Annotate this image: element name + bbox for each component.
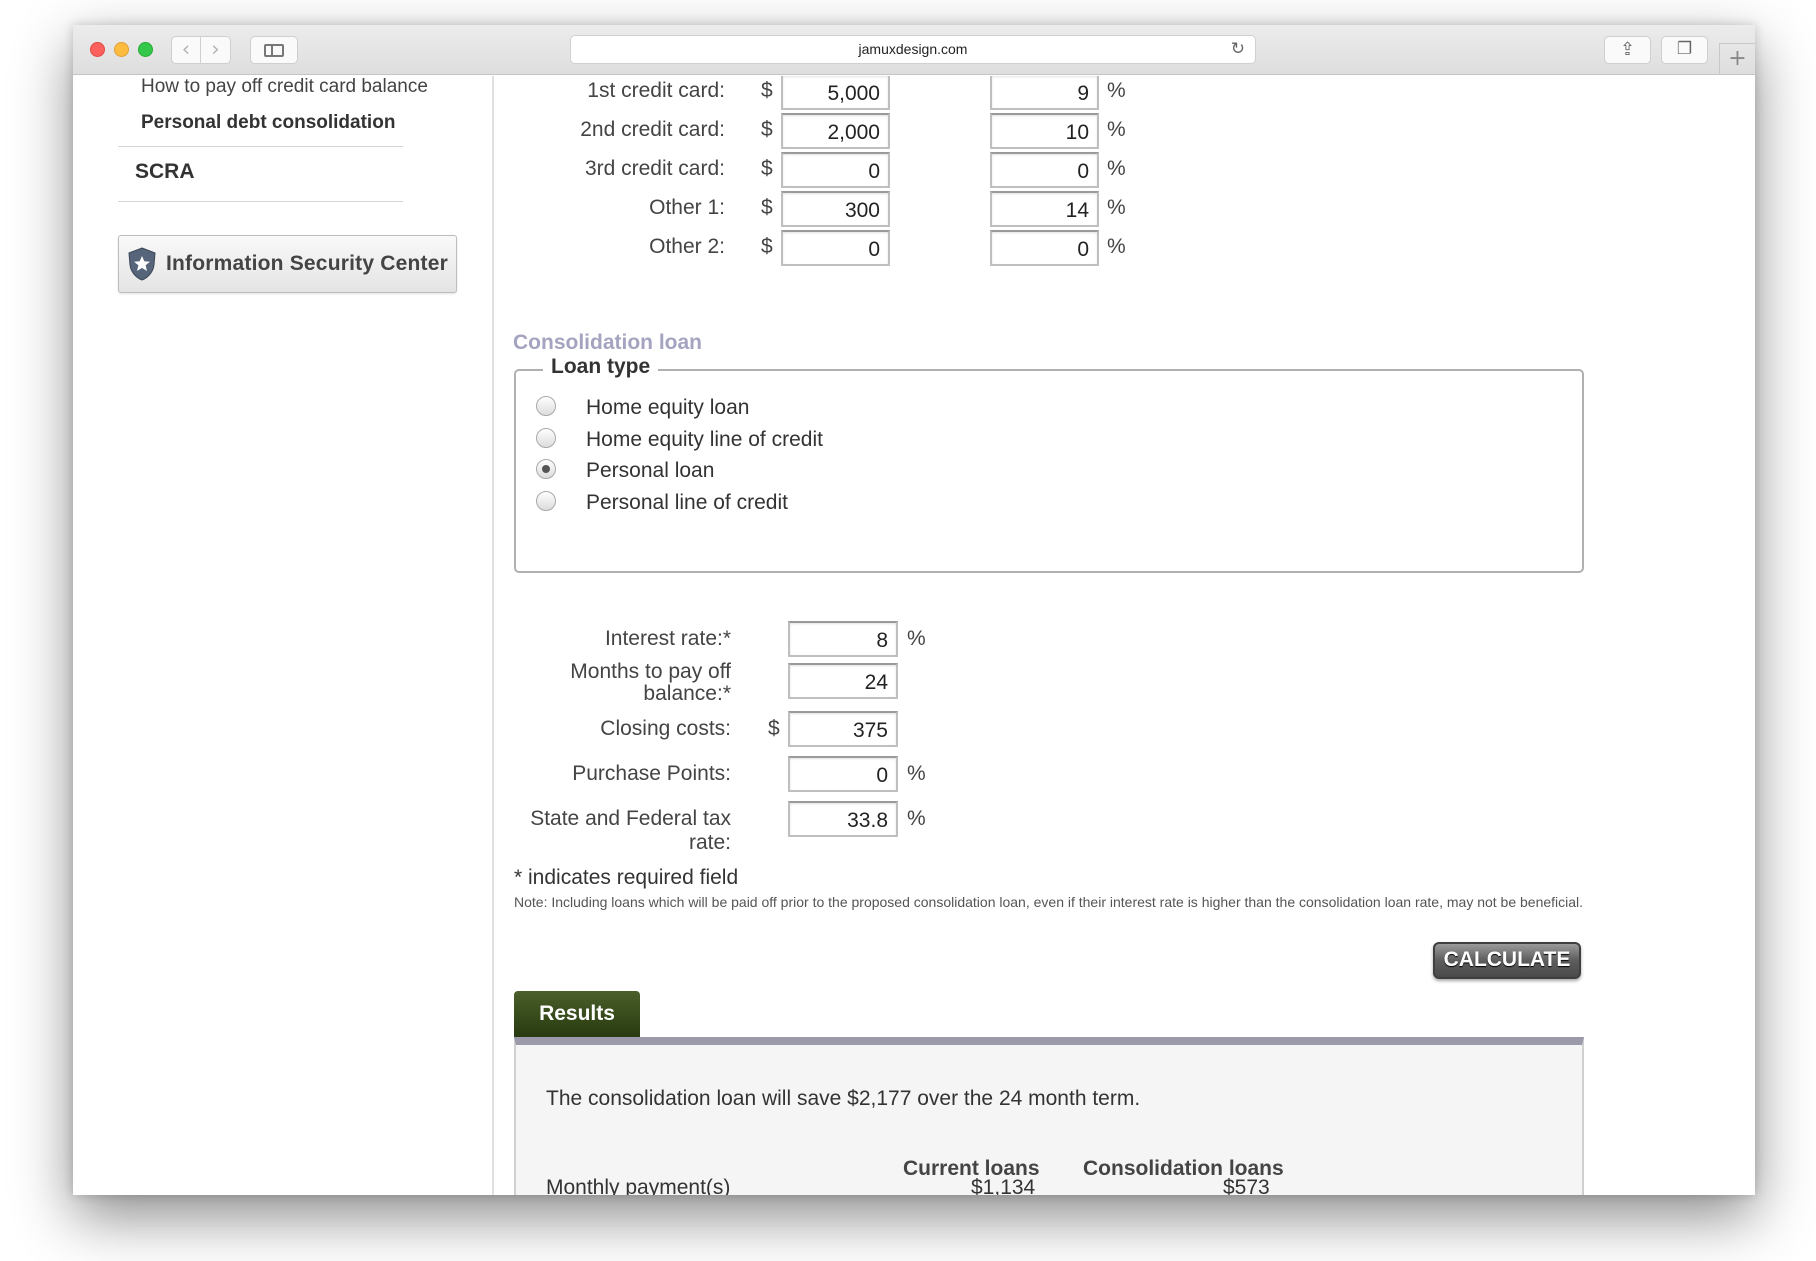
months-label: Months to pay off <box>570 660 731 683</box>
new-tab-icon[interactable]: + <box>1719 43 1755 75</box>
tax-rate-label: State and Federal tax rate: <box>530 807 731 854</box>
currency-symbol: $ <box>768 717 780 740</box>
calculate-button[interactable]: CALCULATE <box>1433 942 1581 979</box>
percent-symbol: % <box>1107 157 1126 180</box>
radio-label[interactable]: Home equity line of credit <box>586 428 823 452</box>
sidebar-toggle-icon[interactable] <box>250 36 298 64</box>
rate-input[interactable]: 0 <box>990 152 1099 188</box>
sidebar-divider <box>118 201 403 202</box>
sidebar-divider <box>118 146 403 147</box>
sidebar-link-scra[interactable]: SCRA <box>135 160 195 184</box>
rate-input[interactable]: 10 <box>990 113 1099 149</box>
debt-label: Other 2: <box>649 235 725 258</box>
rate-input[interactable]: 0 <box>990 230 1099 266</box>
required-field-note: * indicates required field <box>514 866 739 889</box>
consolidation-monthly-payment: $573 <box>1223 1176 1270 1195</box>
percent-symbol: % <box>907 762 926 785</box>
rate-input[interactable]: 14 <box>990 191 1099 227</box>
radio-label[interactable]: Personal loan <box>586 459 714 483</box>
close-window-button[interactable] <box>90 42 105 57</box>
tabs-overview-icon[interactable]: ❐ <box>1661 36 1708 64</box>
debt-label: 2nd credit card: <box>580 118 725 141</box>
back-icon[interactable]: ‹ <box>171 36 201 64</box>
balance-input[interactable]: 300 <box>781 191 890 227</box>
currency-symbol: $ <box>761 235 773 258</box>
closing-costs-label: Closing costs: <box>600 717 731 740</box>
reload-icon[interactable]: ↻ <box>1231 36 1245 63</box>
information-security-center-label: Information Security Center <box>166 252 448 275</box>
information-security-center-button[interactable]: Information Security Center <box>118 235 457 293</box>
percent-symbol: % <box>1107 79 1126 102</box>
purchase-points-label: Purchase Points: <box>572 762 731 785</box>
interest-rate-label: Interest rate:* <box>604 627 731 650</box>
monthly-payments-label: Monthly payment(s) <box>546 1176 731 1195</box>
debt-label: 1st credit card: <box>587 79 725 102</box>
radio-label[interactable]: Home equity loan <box>586 396 749 420</box>
browser-toolbar: ‹ › jamuxdesign.com ↻ ⇪ ❐ + <box>73 25 1755 75</box>
sidebar-link-debt-consolidation[interactable]: Personal debt consolidation <box>141 112 395 134</box>
current-monthly-payment: $1,134 <box>971 1176 1036 1195</box>
page-content: How to pay off credit card balance Perso… <box>73 76 1755 1195</box>
loan-type-legend: Loan type <box>543 355 659 379</box>
address-bar[interactable]: jamuxdesign.com ↻ <box>570 35 1256 64</box>
tab-results[interactable]: Results <box>514 991 640 1038</box>
purchase-points-input[interactable]: 0 <box>788 756 898 792</box>
percent-symbol: % <box>907 807 926 830</box>
percent-symbol: % <box>1107 235 1126 258</box>
results-panel <box>514 1037 1584 1195</box>
debt-label: Other 1: <box>649 196 725 219</box>
minimize-window-button[interactable] <box>114 42 129 57</box>
consolidation-loan-heading: Consolidation loan <box>513 331 702 354</box>
column-divider <box>492 76 494 1195</box>
months-label: balance:* <box>643 682 731 705</box>
url-text[interactable]: jamuxdesign.com <box>859 41 968 57</box>
balance-input[interactable]: 5,000 <box>781 76 890 110</box>
months-input[interactable]: 24 <box>788 663 898 699</box>
interest-rate-input[interactable]: 8 <box>788 621 898 657</box>
percent-symbol: % <box>1107 118 1126 141</box>
balance-input[interactable]: 0 <box>781 230 890 266</box>
percent-symbol: % <box>1107 196 1126 219</box>
balance-input[interactable]: 2,000 <box>781 113 890 149</box>
percent-symbol: % <box>907 627 926 650</box>
currency-symbol: $ <box>761 157 773 180</box>
radio-home-equity-loan[interactable] <box>536 396 556 416</box>
currency-symbol: $ <box>761 118 773 141</box>
tax-rate-input[interactable]: 33.8 <box>788 801 898 837</box>
radio-label[interactable]: Personal line of credit <box>586 491 788 515</box>
currency-symbol: $ <box>761 196 773 219</box>
consolidation-note: Note: Including loans which will be paid… <box>514 894 1584 910</box>
results-summary: The consolidation loan will save $2,177 … <box>546 1087 1141 1110</box>
radio-personal-line-of-credit[interactable] <box>536 491 556 511</box>
zoom-window-button[interactable] <box>138 42 153 57</box>
balance-input[interactable]: 0 <box>781 152 890 188</box>
debt-label: 3rd credit card: <box>584 157 725 180</box>
sidebar-link-pay-off-credit-card[interactable]: How to pay off credit card balance <box>141 76 428 98</box>
closing-costs-input[interactable]: 375 <box>788 711 898 747</box>
radio-home-equity-line-of-credit[interactable] <box>536 428 556 448</box>
share-icon[interactable]: ⇪ <box>1604 36 1651 64</box>
currency-symbol: $ <box>761 79 773 102</box>
forward-icon[interactable]: › <box>201 36 231 64</box>
browser-window: ‹ › jamuxdesign.com ↻ ⇪ ❐ + How to pay o… <box>73 25 1755 1195</box>
shield-star-icon <box>128 247 156 281</box>
radio-personal-loan[interactable] <box>536 459 556 479</box>
rate-input[interactable]: 9 <box>990 76 1099 110</box>
